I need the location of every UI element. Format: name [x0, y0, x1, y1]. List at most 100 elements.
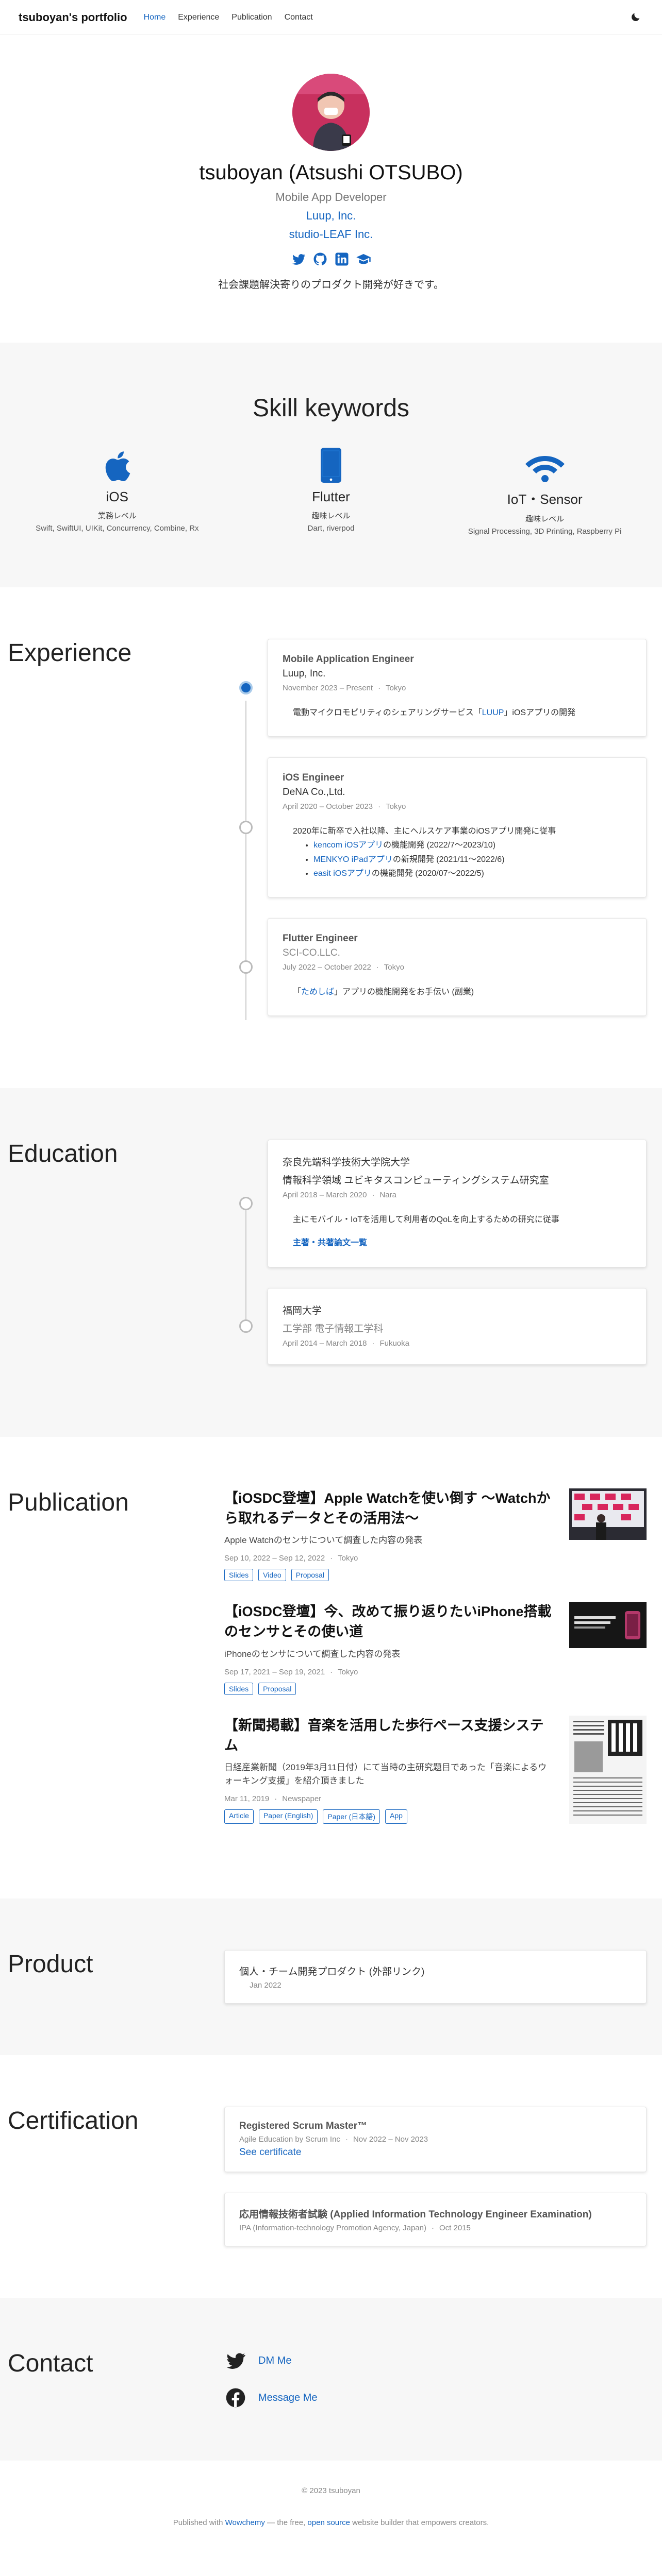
org-link-luup[interactable]: Luup, Inc. — [0, 209, 662, 223]
see-certificate-link[interactable]: See certificate — [239, 2147, 632, 2158]
org-link-studio-leaf[interactable]: studio-LEAF Inc. — [0, 228, 662, 241]
certification-card: Registered Scrum Master™ Agile Education… — [224, 2107, 647, 2173]
department-name: 工学部 電子情報工学科 — [283, 1323, 384, 1334]
job-description: 2020年に新卒で入社以降、主にヘルスケア事業のiOSアプリ開発に従事 kenc… — [283, 824, 632, 880]
job-location: Tokyo — [386, 684, 406, 692]
nav-link-home[interactable]: Home — [144, 13, 166, 22]
skills-section: Skill keywords iOS 業務レベル Swift, SwiftUI,… — [0, 343, 662, 587]
menkyo-link[interactable]: MENKYO iPadアプリ — [313, 855, 393, 864]
product-title: Product — [8, 1951, 93, 1978]
contact-item-twitter[interactable]: DM Me — [224, 2349, 647, 2372]
product-section: Product 個人・チーム開発プロダクト (外部リンク) Jan 2022 — [0, 1899, 662, 2056]
publication-location: Tokyo — [338, 1668, 358, 1677]
education-timeline: 奈良先端科学技術大学院大学 情報科学領域 ユビキタスコンピューティングシステム研… — [224, 1140, 654, 1385]
powered-by: Published with Wowchemy — the free, open… — [173, 2518, 489, 2528]
graduation-cap-icon[interactable] — [356, 251, 371, 267]
tag-paper-japanese[interactable]: Paper (日本語) — [323, 1809, 380, 1824]
publication-location: Newspaper — [282, 1794, 322, 1804]
tameshiba-link[interactable]: ためしば — [301, 988, 334, 996]
linkedin-icon[interactable] — [334, 251, 350, 267]
timeline-dot — [239, 1319, 253, 1333]
easit-link[interactable]: easit iOSアプリ — [313, 869, 372, 878]
publication-title: Publication — [8, 1488, 129, 1516]
publication-summary: iPhoneのセンサについて調査した内容の発表 — [224, 1649, 401, 1659]
company-name: SCI-CO.LLC. — [283, 947, 340, 958]
certification-card: 応用情報技術者試験 (Applied Information Technolog… — [224, 2193, 647, 2247]
tag-proposal[interactable]: Proposal — [291, 1569, 329, 1582]
site-brand[interactable]: tsuboyan's portfolio — [19, 11, 127, 24]
skill-desc: Dart, riverpod — [307, 524, 355, 533]
kencom-link[interactable]: kencom iOSアプリ — [313, 841, 383, 850]
tag-proposal[interactable]: Proposal — [258, 1683, 296, 1696]
profile-name: tsuboyan (Atsushi OTSUBO) — [199, 161, 463, 184]
certification-period: Oct 2015 — [439, 2224, 471, 2233]
moon-icon[interactable] — [630, 11, 641, 23]
open-source-link[interactable]: open source — [307, 2518, 350, 2527]
wowchemy-link[interactable]: Wowchemy — [225, 2518, 265, 2527]
skill-desc: Swift, SwiftUI, UIKit, Concurrency, Comb… — [36, 524, 199, 533]
skill-flutter: Flutter 趣味レベル Dart, riverpod — [233, 446, 429, 536]
tag-video[interactable]: Video — [258, 1569, 286, 1582]
education-card: 福岡大学 工学部 電子情報工学科 April 2014 – March 2018… — [268, 1287, 647, 1365]
experience-card: iOS Engineer DeNA Co.,Ltd. April 2020 – … — [268, 757, 647, 897]
product-card-title[interactable]: 個人・チーム開発プロダクト (外部リンク) — [239, 1964, 632, 1978]
experience-item-dena: iOS Engineer DeNA Co.,Ltd. April 2020 – … — [224, 757, 647, 897]
tag-article[interactable]: Article — [224, 1809, 254, 1824]
job-title: Mobile Application Engineer — [283, 654, 414, 665]
github-icon[interactable] — [312, 251, 328, 267]
social-links — [0, 251, 662, 267]
job-location: Tokyo — [386, 802, 406, 811]
skill-ios: iOS 業務レベル Swift, SwiftUI, UIKit, Concurr… — [19, 446, 215, 536]
study-location: Fukuoka — [379, 1338, 409, 1348]
tag-paper-english[interactable]: Paper (English) — [258, 1809, 318, 1824]
profile-bio: 社会課題解決寄りのプロダクト開発が好きです。 — [218, 279, 444, 291]
dm-me-link[interactable]: DM Me — [258, 2355, 291, 2367]
skill-iot: IoT・Sensor 趣味レベル Signal Processing, 3D P… — [447, 446, 643, 536]
department-name: 情報科学領域 ユビキタスコンピューティングシステム研究室 — [283, 1175, 549, 1187]
nav-link-experience[interactable]: Experience — [178, 13, 219, 22]
publication-thumbnail[interactable] — [569, 1488, 647, 1582]
publication-date: Mar 11, 2019 — [224, 1794, 270, 1804]
certification-period: Nov 2022 – Nov 2023 — [353, 2135, 428, 2144]
timeline-dot — [239, 821, 253, 835]
tag-slides[interactable]: Slides — [224, 1569, 254, 1582]
education-card: 奈良先端科学技術大学院大学 情報科学領域 ユビキタスコンピューティングシステム研… — [268, 1140, 647, 1267]
skill-level: 業務レベル — [97, 512, 137, 520]
list-item: easit iOSアプリの機能開発 (2020/07〜2022/5) — [313, 867, 632, 880]
publication-thumbnail[interactable] — [569, 1716, 647, 1826]
publication-title-link[interactable]: 【iOSDC登壇】今、改めて振り返りたいiPhone搭載のセンサとその使い道 — [224, 1602, 555, 1642]
list-item: kencom iOSアプリの機能開発 (2022/7〜2023/10) — [313, 838, 632, 852]
twitter-icon[interactable] — [291, 251, 306, 267]
job-description: 「ためしば」アプリの機能開発をお手伝い (副業) — [293, 987, 474, 996]
company-name: Luup, Inc. — [283, 668, 326, 679]
contact-item-messenger[interactable]: Message Me — [224, 2386, 647, 2409]
tag-app[interactable]: App — [385, 1809, 407, 1824]
nav-link-publication[interactable]: Publication — [231, 13, 272, 22]
publication-item: 【新聞掲載】音楽を活用した歩行ペース支援システム 日経産業新聞（2019年3月1… — [224, 1716, 647, 1826]
twitter-icon — [224, 2349, 247, 2372]
avatar — [292, 74, 370, 151]
nav-link-contact[interactable]: Contact — [285, 13, 313, 22]
education-item-naist: 奈良先端科学技術大学院大学 情報科学領域 ユビキタスコンピューティングシステム研… — [224, 1140, 647, 1267]
education-title: Education — [8, 1140, 118, 1168]
certification-issuer: IPA (Information-technology Promotion Ag… — [239, 2224, 426, 2233]
job-location: Tokyo — [384, 962, 404, 972]
publications-list-link[interactable]: 主著・共著論文一覧 — [293, 1236, 367, 1250]
publication-location: Tokyo — [338, 1554, 358, 1563]
publication-title-link[interactable]: 【新聞掲載】音楽を活用した歩行ペース支援システム — [224, 1716, 555, 1756]
contact-title: Contact — [8, 2350, 93, 2378]
luup-app-link[interactable]: LUUP — [482, 708, 504, 717]
job-description: 電動マイクロモビリティのシェアリングサービス「LUUP」iOSアプリの開発 — [293, 708, 576, 717]
publication-title-link[interactable]: 【iOSDC登壇】Apple Watchを使い倒す 〜Watchから取れるデータ… — [224, 1488, 555, 1529]
footer: © 2023 tsuboyan Published with Wowchemy … — [0, 2461, 662, 2543]
message-me-link[interactable]: Message Me — [258, 2392, 318, 2404]
tag-slides[interactable]: Slides — [224, 1683, 254, 1696]
publication-thumbnail[interactable] — [569, 1602, 647, 1695]
skill-level: 趣味レベル — [311, 512, 351, 520]
product-card-date: Jan 2022 — [250, 1981, 282, 1990]
job-period: April 2020 – October 2023 — [283, 802, 373, 811]
experience-card: Mobile Application Engineer Luup, Inc. N… — [268, 639, 647, 737]
product-card[interactable]: 個人・チーム開発プロダクト (外部リンク) Jan 2022 — [224, 1950, 647, 2004]
timeline-dot — [239, 1196, 253, 1210]
experience-item-sci-co: Flutter Engineer SCI-CO.LLC. July 2022 –… — [224, 918, 647, 1016]
